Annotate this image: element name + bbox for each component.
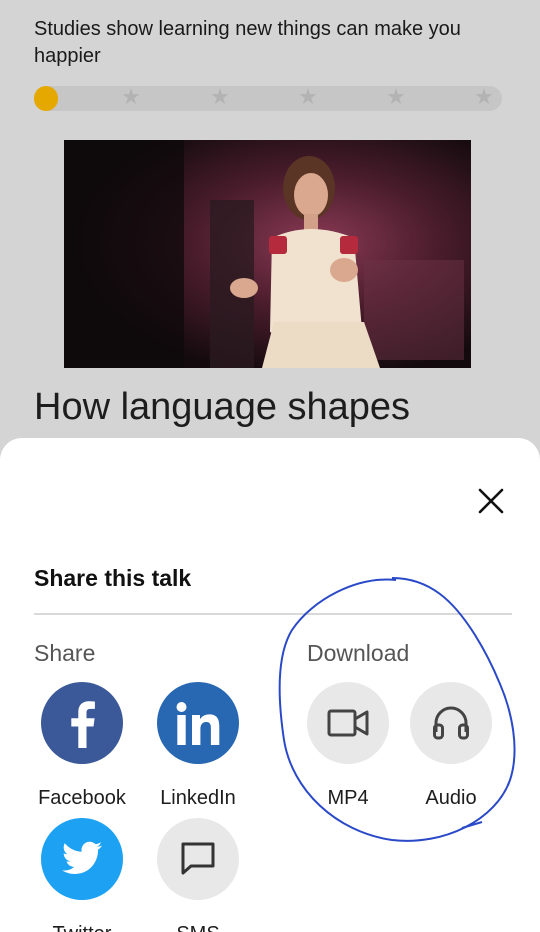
close-button[interactable] <box>472 482 510 520</box>
facebook-label: Facebook <box>38 787 126 809</box>
sms-icon[interactable] <box>157 818 239 900</box>
sheet-title: Share this talk <box>34 565 192 591</box>
twitter-icon[interactable] <box>41 818 123 900</box>
divider <box>34 613 512 615</box>
download-section-heading: Download <box>307 640 410 666</box>
share-sheet: Share this talk Share Download Facebook … <box>0 438 540 932</box>
download-mp4-button[interactable]: MP4 <box>288 682 408 810</box>
share-twitter-button[interactable]: Twitter <box>22 818 142 932</box>
download-audio-button[interactable]: Audio <box>391 682 511 810</box>
twitter-label: Twitter <box>22 922 142 932</box>
share-linkedin-button[interactable]: LinkedIn <box>138 682 258 810</box>
sms-label: SMS <box>138 922 258 932</box>
share-sms-button[interactable]: SMS <box>138 818 258 932</box>
video-camera-icon[interactable] <box>307 682 389 764</box>
headphones-icon[interactable] <box>410 682 492 764</box>
video-thumbnail[interactable] <box>64 140 471 368</box>
star-icon[interactable]: ★ <box>473 87 495 109</box>
mp4-label: MP4 <box>327 787 369 809</box>
star-icon[interactable]: ★ <box>120 87 142 109</box>
rating-selected-dot[interactable] <box>34 86 58 111</box>
star-icon[interactable]: ★ <box>209 87 231 109</box>
share-section-heading: Share <box>34 640 96 666</box>
linkedin-icon[interactable] <box>157 682 239 764</box>
facebook-icon[interactable] <box>41 682 123 764</box>
audio-label: Audio <box>425 787 477 809</box>
talk-title[interactable]: How language shapes <box>34 384 410 430</box>
star-icon[interactable]: ★ <box>385 87 407 109</box>
star-icon[interactable]: ★ <box>297 87 319 109</box>
linkedin-label: LinkedIn <box>160 787 236 809</box>
share-facebook-button[interactable]: Facebook <box>22 682 142 810</box>
close-icon[interactable] <box>472 482 510 520</box>
rating-slider[interactable]: ★ ★ ★ ★ ★ <box>34 86 502 111</box>
quiz-question: Studies show learning new things can mak… <box>34 18 461 67</box>
